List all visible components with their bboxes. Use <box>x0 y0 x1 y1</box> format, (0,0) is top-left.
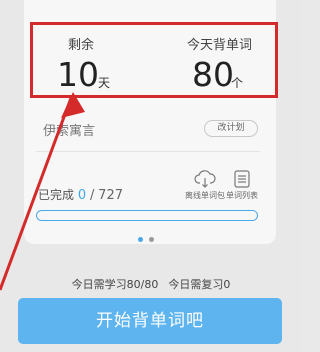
page-indicator <box>138 237 158 242</box>
page-dot-inactive[interactable] <box>149 237 154 242</box>
daily-study-text: 今日需学习80/80 <box>71 278 159 291</box>
page-dot-active[interactable] <box>138 237 143 242</box>
cloud-download-icon <box>194 170 216 188</box>
offline-package-label: 离线单词包 <box>185 191 225 200</box>
divider <box>36 151 260 152</box>
daily-summary: 今日需学习80/80 今日需复习0 <box>0 276 302 292</box>
book-name[interactable]: 伊索寓言 <box>43 120 95 139</box>
start-button[interactable]: 开始背单词吧 <box>18 298 282 344</box>
completed-separator: / <box>89 188 95 203</box>
completed-value: 0 <box>77 188 87 203</box>
list-icon <box>234 170 250 188</box>
word-list-button[interactable]: 单词列表 <box>221 170 263 201</box>
screen: 剩余 10 天 今天背单词 80 个 伊索寓言 改计划 已完成 0 / 727 … <box>0 0 302 352</box>
word-list-label: 单词列表 <box>226 191 258 200</box>
completed-label: 已完成 <box>38 188 75 202</box>
daily-review-text: 今日需复习0 <box>168 278 231 291</box>
offline-package-button[interactable]: 离线单词包 <box>184 170 226 201</box>
total-value: 727 <box>98 188 123 203</box>
completed-count: 已完成 0 / 727 <box>38 186 123 203</box>
change-plan-button[interactable]: 改计划 <box>204 120 258 137</box>
progress-bar <box>36 210 258 221</box>
highlight-box <box>30 22 278 98</box>
